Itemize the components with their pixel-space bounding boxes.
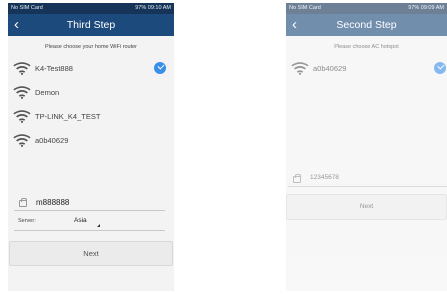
wifi-icon bbox=[291, 62, 309, 75]
wifi-icon bbox=[13, 62, 31, 75]
phone-third-step: No SIM Card 97% 09:10 AM ‹ Third Step Pl… bbox=[8, 3, 174, 291]
hotspot-prompt: Please choose AC hotspot bbox=[334, 44, 399, 50]
status-bar: No SIM Card 97% 09:10 AM bbox=[8, 3, 174, 14]
server-select[interactable]: Server: Asia bbox=[14, 216, 165, 231]
wifi-name: a0b40629 bbox=[35, 136, 69, 145]
status-right-text: 97% 09:10 AM bbox=[135, 5, 171, 11]
wifi-icon bbox=[13, 110, 31, 123]
password-value: m888888 bbox=[36, 198, 70, 207]
lock-icon bbox=[293, 173, 301, 183]
server-label: Server: bbox=[18, 218, 36, 224]
next-button[interactable]: Next bbox=[9, 241, 173, 266]
wifi-list: K4-Test888 Demon TP-LINK_K4_TEST a0b4062… bbox=[8, 58, 174, 154]
header-bar: ‹ Third Step bbox=[8, 14, 174, 36]
wifi-list-item[interactable]: K4-Test888 bbox=[8, 58, 174, 82]
back-arrow-icon[interactable]: ‹ bbox=[14, 14, 28, 36]
wifi-list-item[interactable]: TP-LINK_K4_TEST bbox=[8, 106, 174, 130]
wifi-name: K4-Test888 bbox=[35, 64, 73, 73]
hotspot-list: a0b40629 bbox=[286, 58, 447, 82]
password-value: 12345678 bbox=[310, 174, 339, 181]
status-right-text: 97% 09:09 AM bbox=[408, 5, 444, 11]
server-value: Asia bbox=[74, 217, 87, 224]
carrier-text: No SIM Card bbox=[11, 5, 43, 11]
hotspot-list-item[interactable]: a0b40629 bbox=[286, 58, 447, 82]
check-icon bbox=[434, 62, 446, 74]
password-field[interactable]: 12345678 bbox=[288, 172, 447, 187]
wifi-list-item[interactable]: Demon bbox=[8, 82, 174, 106]
back-arrow-icon[interactable]: ‹ bbox=[292, 14, 306, 36]
wifi-name: TP-LINK_K4_TEST bbox=[35, 112, 101, 121]
check-icon bbox=[154, 62, 166, 74]
status-bar: No SIM Card 97% 09:09 AM bbox=[286, 3, 447, 14]
next-button[interactable]: Next bbox=[286, 194, 447, 220]
wifi-icon bbox=[13, 134, 31, 147]
dropdown-triangle-icon bbox=[97, 224, 100, 227]
wifi-icon bbox=[13, 86, 31, 99]
page-title: Third Step bbox=[66, 19, 116, 31]
page-title: Second Step bbox=[336, 19, 397, 31]
password-field[interactable]: m888888 bbox=[14, 196, 165, 211]
wifi-name: a0b40629 bbox=[313, 64, 347, 73]
carrier-text: No SIM Card bbox=[289, 5, 321, 11]
wifi-prompt: Please choose your home WiFi router bbox=[44, 44, 137, 50]
header-bar: ‹ Second Step bbox=[286, 14, 447, 36]
wifi-name: Demon bbox=[35, 88, 60, 97]
phone-second-step: No SIM Card 97% 09:09 AM ‹ Second Step P… bbox=[286, 3, 447, 291]
wifi-list-item[interactable]: a0b40629 bbox=[8, 130, 174, 154]
lock-icon bbox=[19, 197, 27, 207]
